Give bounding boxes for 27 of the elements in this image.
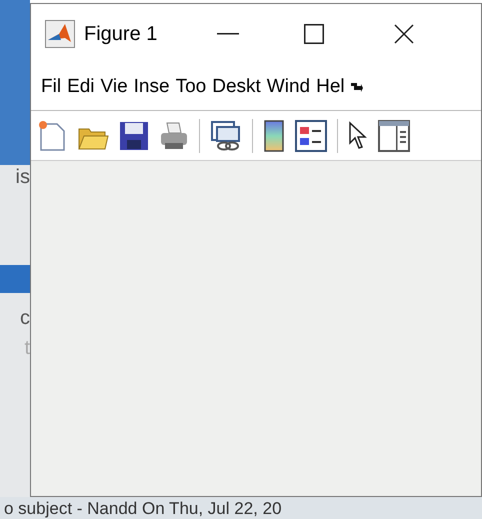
print-icon[interactable] — [159, 120, 189, 150]
overflow-arrow-icon[interactable] — [350, 82, 363, 92]
menu-item[interactable]: Deskt — [212, 72, 261, 102]
page-text: t — [24, 338, 30, 358]
menu-item[interactable]: Wind — [266, 72, 310, 102]
page-highlight-bar — [0, 265, 30, 293]
colorbar-icon[interactable] — [263, 120, 285, 152]
property-panel-icon[interactable] — [378, 120, 410, 152]
menu-item[interactable]: Hel — [316, 72, 345, 102]
linked-windows-icon[interactable] — [210, 120, 242, 152]
menu-item[interactable]: Fil — [41, 72, 62, 102]
save-icon[interactable] — [119, 120, 149, 150]
maximize-icon[interactable] — [304, 24, 324, 44]
page-text: o subject - Nandd On Thu, Jul 22, 20 — [4, 500, 282, 516]
menu-item[interactable]: Too — [176, 72, 206, 102]
pointer-icon[interactable] — [348, 120, 368, 150]
new-file-icon[interactable] — [37, 120, 67, 152]
legend-icon[interactable] — [295, 120, 327, 152]
page-text: c — [20, 308, 30, 328]
menu-item[interactable]: Edi — [67, 72, 95, 102]
minimize-icon[interactable] — [217, 33, 240, 35]
window-title: Figure 1 — [84, 22, 158, 47]
menu-item[interactable]: Vie — [100, 72, 128, 102]
page-text: is — [16, 167, 30, 187]
app-logo-icon — [45, 20, 75, 48]
close-icon[interactable] — [394, 24, 414, 44]
menu-item[interactable]: Inse — [134, 72, 170, 102]
